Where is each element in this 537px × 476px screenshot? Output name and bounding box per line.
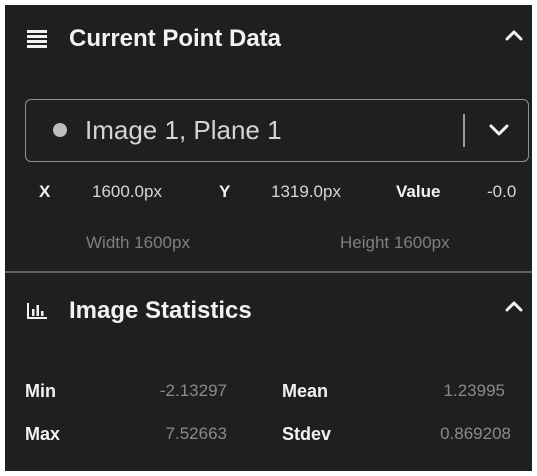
- mean-value: 1.23995: [443, 381, 505, 400]
- image-statistics-header[interactable]: Image Statistics: [5, 275, 532, 335]
- x-label: X: [39, 182, 51, 201]
- mean-label: Mean: [282, 381, 329, 401]
- value-value: -0.0: [487, 182, 517, 201]
- image-width: Width 1600px: [86, 233, 190, 252]
- min-value: -2.13297: [159, 381, 227, 400]
- y-value: 1319.0px: [271, 182, 341, 201]
- stdev-label: Stdev: [282, 424, 332, 444]
- layer-color-dot: [53, 123, 67, 137]
- point-data-panel: Current Point Data Image 1, Plane 1 X 16…: [5, 5, 532, 471]
- y-label: Y: [219, 182, 231, 201]
- x-value: 1600.0px: [92, 182, 162, 201]
- layer-selected-value: Image 1, Plane 1: [85, 115, 282, 145]
- chevron-up-icon[interactable]: [504, 299, 524, 313]
- bar-chart-icon: [27, 303, 47, 319]
- stdev-value: 0.869208: [440, 424, 511, 443]
- chevron-up-icon[interactable]: [504, 28, 524, 42]
- current-point-header[interactable]: Current Point Data: [5, 5, 532, 65]
- min-label: Min: [25, 381, 56, 401]
- selector-divider: [463, 114, 465, 147]
- point-coordinates-row: X 1600.0px Y 1319.0px Value -0.0: [5, 180, 532, 208]
- section-divider: [5, 271, 532, 273]
- chevron-down-icon[interactable]: [488, 123, 510, 137]
- layer-selector[interactable]: Image 1, Plane 1: [25, 99, 529, 162]
- value-label: Value: [396, 182, 441, 201]
- max-value: 7.52663: [165, 424, 227, 443]
- image-statistics-title: Image Statistics: [69, 297, 252, 324]
- current-point-title: Current Point Data: [69, 25, 282, 52]
- image-height: Height 1600px: [340, 233, 450, 252]
- max-label: Max: [25, 424, 61, 444]
- list-icon: [27, 30, 47, 48]
